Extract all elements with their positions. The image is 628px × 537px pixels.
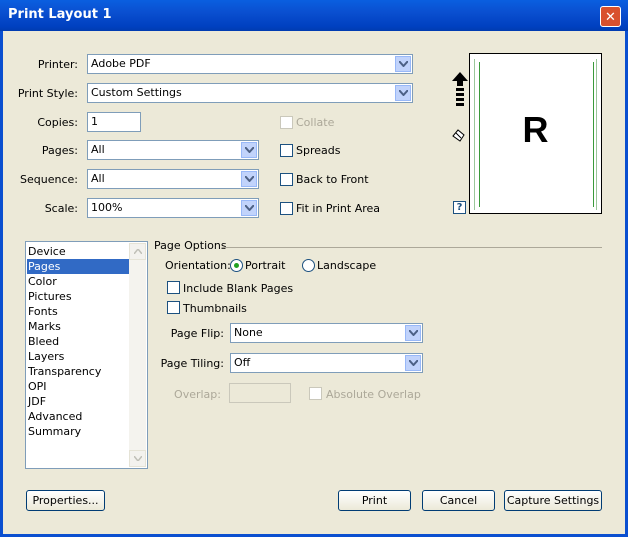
back-to-front-label: Back to Front: [296, 173, 369, 186]
print-style-label: Print Style:: [17, 87, 78, 100]
scroll-down-icon[interactable]: [129, 450, 146, 467]
sequence-label: Sequence:: [20, 173, 78, 186]
list-item-color[interactable]: Color: [27, 274, 129, 289]
page-flip-label: Page Flip:: [170, 327, 224, 340]
landscape-label: Landscape: [317, 259, 377, 272]
list-item-device[interactable]: Device: [27, 244, 129, 259]
list-item-advanced[interactable]: Advanced: [27, 409, 129, 424]
section-divider: [222, 247, 602, 248]
sequence-select[interactable]: All: [87, 169, 259, 189]
scale-value: 100%: [91, 201, 123, 214]
list-item-pages[interactable]: Pages: [27, 259, 129, 274]
thumbnails-checkbox[interactable]: [167, 301, 180, 314]
list-item-bleed[interactable]: Bleed: [27, 334, 129, 349]
page-flip-select[interactable]: None: [230, 323, 423, 343]
scale-select[interactable]: 100%: [87, 198, 259, 218]
list-item-transparency[interactable]: Transparency: [27, 364, 129, 379]
spreads-checkbox[interactable]: [280, 144, 293, 157]
collate-checkbox[interactable]: [280, 116, 293, 129]
list-scrollbar[interactable]: [129, 243, 146, 467]
list-item-opi[interactable]: OPI: [27, 379, 129, 394]
chevron-down-icon[interactable]: [405, 355, 421, 371]
capture-settings-button[interactable]: Capture Settings: [504, 490, 602, 511]
portrait-label: Portrait: [245, 259, 286, 272]
pages-value: All: [91, 143, 105, 156]
copies-label: Copies:: [37, 116, 78, 129]
cancel-button[interactable]: Cancel: [422, 490, 495, 511]
page-tiling-label: Page Tiling:: [160, 357, 224, 370]
portrait-radio[interactable]: [230, 259, 243, 272]
include-blank-pages-checkbox[interactable]: [167, 281, 180, 294]
list-item-jdf[interactable]: JDF: [27, 394, 129, 409]
thumbnails-label: Thumbnails: [183, 302, 247, 315]
chevron-down-icon[interactable]: [395, 56, 411, 72]
page-tiling-value: Off: [234, 356, 251, 369]
printer-label: Printer:: [37, 58, 78, 71]
overlap-input[interactable]: [229, 383, 291, 403]
pages-label: Pages:: [41, 144, 78, 157]
copies-value: 1: [91, 115, 98, 128]
page-flip-value: None: [234, 326, 263, 339]
list-item-fonts[interactable]: Fonts: [27, 304, 129, 319]
landscape-radio[interactable]: [302, 259, 315, 272]
scale-label: Scale:: [44, 202, 78, 215]
absolute-overlap-label: Absolute Overlap: [326, 388, 421, 401]
list-item-summary[interactable]: Summary: [27, 424, 129, 439]
page-preview: R: [469, 53, 602, 214]
printer-select[interactable]: Adobe PDF: [87, 54, 413, 74]
fit-in-print-area-label: Fit in Print Area: [296, 202, 381, 215]
page-tiling-select[interactable]: Off: [230, 353, 423, 373]
collate-label: Collate: [296, 116, 335, 129]
list-item-marks[interactable]: Marks: [27, 319, 129, 334]
fit-in-print-area-checkbox[interactable]: [280, 202, 293, 215]
chevron-down-icon[interactable]: [395, 85, 411, 101]
properties-button[interactable]: Properties...: [26, 490, 105, 511]
category-list[interactable]: Device Pages Color Pictures Fonts Marks …: [25, 241, 148, 469]
printer-value: Adobe PDF: [91, 57, 151, 70]
print-style-value: Custom Settings: [91, 86, 182, 99]
chevron-down-icon[interactable]: [241, 171, 257, 187]
preview-letter: R: [522, 109, 549, 150]
paper-feed-arrow-icon: [452, 72, 468, 106]
hand-icon[interactable]: [451, 127, 467, 143]
back-to-front-checkbox[interactable]: [280, 173, 293, 186]
print-button[interactable]: Print: [338, 490, 411, 511]
window-title: Print Layout 1: [8, 7, 112, 22]
sequence-value: All: [91, 172, 105, 185]
title-bar: Print Layout 1 ✕: [0, 0, 628, 31]
list-item-layers[interactable]: Layers: [27, 349, 129, 364]
close-icon: ✕: [605, 10, 616, 25]
list-item-pictures[interactable]: Pictures: [27, 289, 129, 304]
chevron-down-icon[interactable]: [405, 325, 421, 341]
overlap-label: Overlap:: [174, 388, 221, 401]
close-button[interactable]: ✕: [600, 6, 621, 27]
include-blank-pages-label: Include Blank Pages: [183, 282, 294, 295]
absolute-overlap-checkbox[interactable]: [309, 387, 322, 400]
chevron-down-icon[interactable]: [241, 142, 257, 158]
page-options-heading: Page Options: [154, 239, 227, 252]
scroll-up-icon[interactable]: [129, 243, 146, 260]
copies-input[interactable]: 1: [87, 112, 141, 132]
pages-select[interactable]: All: [87, 140, 259, 160]
chevron-down-icon[interactable]: [241, 200, 257, 216]
spreads-label: Spreads: [296, 144, 341, 157]
orientation-label: Orientation:: [165, 259, 231, 272]
print-style-select[interactable]: Custom Settings: [87, 83, 413, 103]
help-icon[interactable]: ?: [453, 201, 466, 214]
